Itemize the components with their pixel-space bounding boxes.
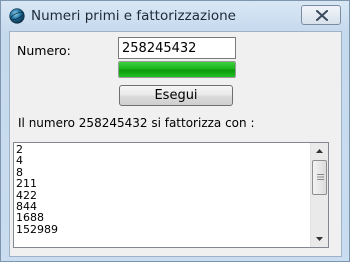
factors-list: 2 4 8 211 422 844 1688 152989	[16, 144, 58, 236]
arrow-up-icon	[316, 149, 323, 153]
list-item[interactable]: 211	[16, 178, 58, 190]
close-icon	[316, 10, 328, 21]
client-area: Numero: Esegui Il numero 258245432 si fa…	[9, 31, 342, 257]
title-bar[interactable]: Numeri primi e fattorizzazione	[1, 1, 349, 31]
scroll-up-button[interactable]	[311, 143, 328, 160]
result-label: Il numero 258245432 si fattorizza con :	[18, 116, 255, 130]
arrow-down-icon	[316, 237, 323, 241]
vertical-scrollbar[interactable]	[310, 143, 328, 247]
close-button[interactable]	[301, 5, 341, 25]
progress-bar	[118, 61, 236, 78]
numero-input[interactable]	[118, 37, 236, 59]
app-sphere-icon	[9, 8, 25, 24]
progress-fill	[119, 62, 235, 77]
app-window: Numeri primi e fattorizzazione Numero: E…	[0, 0, 350, 262]
esegui-button[interactable]: Esegui	[119, 85, 233, 106]
grip-icon	[317, 174, 324, 180]
scroll-thumb[interactable]	[312, 160, 327, 195]
numero-label: Numero:	[17, 43, 71, 58]
scroll-down-button[interactable]	[311, 230, 328, 247]
list-item[interactable]: 152989	[16, 223, 58, 235]
window-title: Numeri primi e fattorizzazione	[31, 8, 236, 24]
factors-listbox[interactable]: 2 4 8 211 422 844 1688 152989	[13, 142, 329, 248]
